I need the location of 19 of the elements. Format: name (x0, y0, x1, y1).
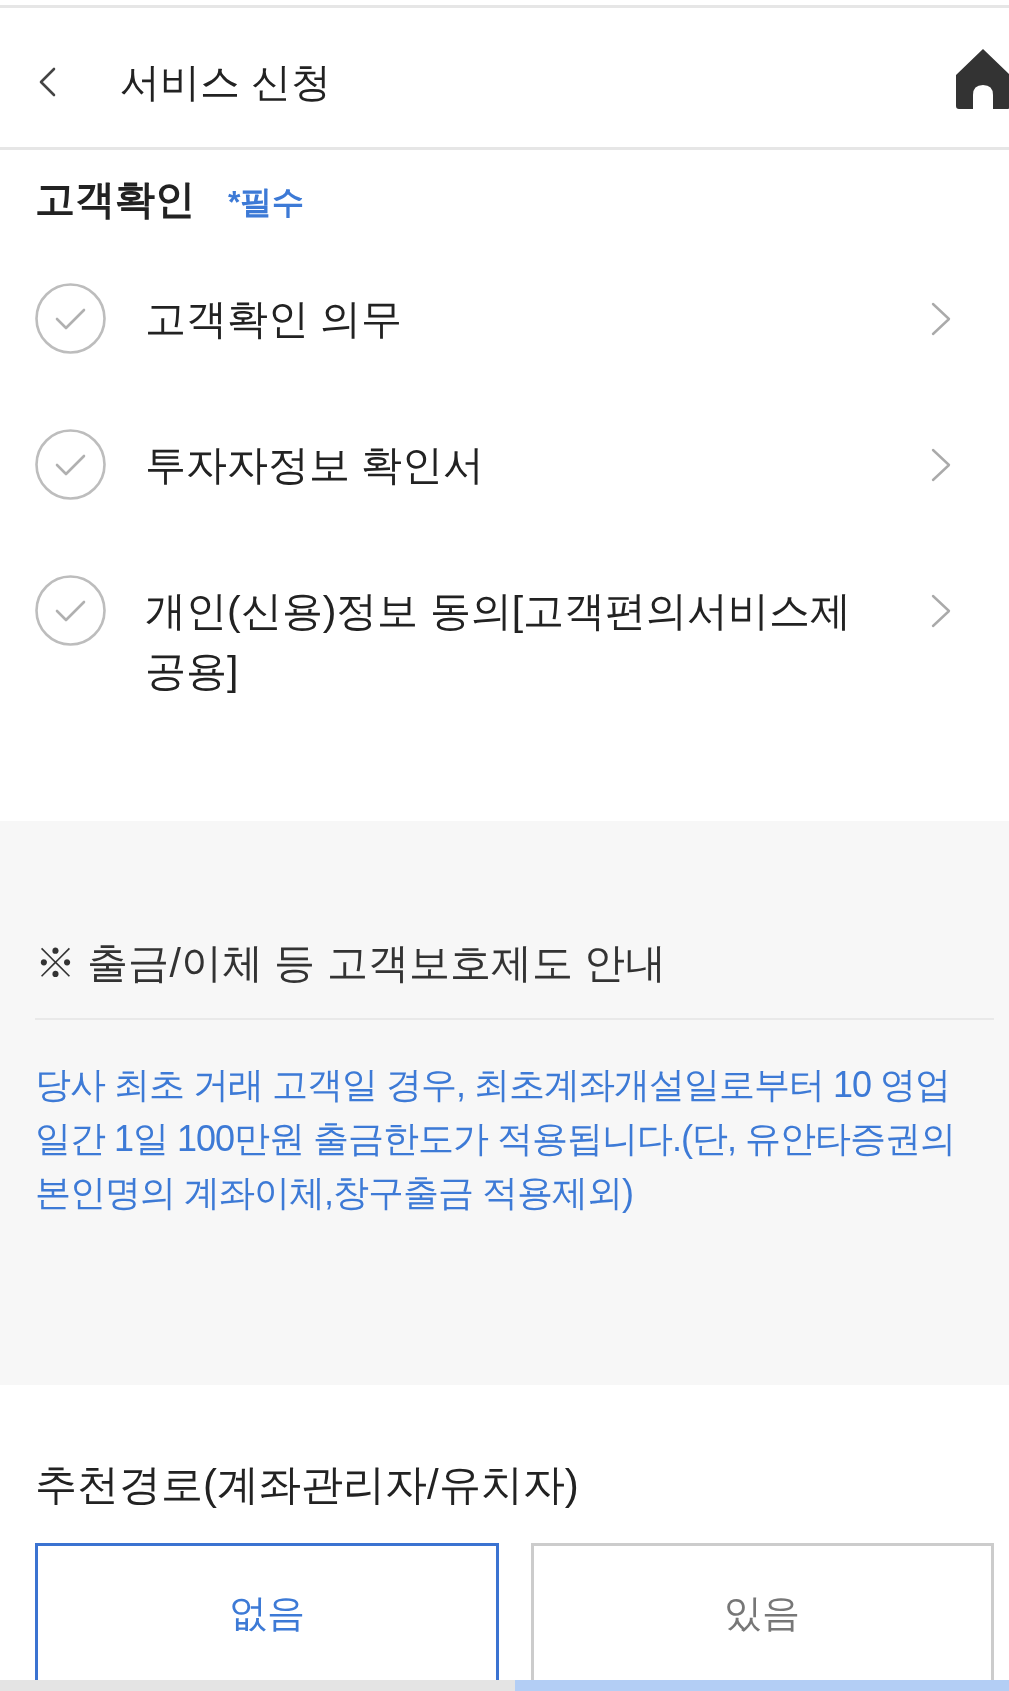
option-button[interactable]: 있음 (530, 1543, 994, 1680)
back-icon[interactable] (37, 67, 57, 97)
page-title: 서비스 신청 (120, 59, 332, 106)
section-title: 고객확인 (35, 176, 195, 223)
notice-text: 당사 최초 거래 고객일 경우, 최초계좌개설일로부터 10 영업일간 1일 100만원 출금한도가 적용됩니다.(단, 유안타증권의 본인명의 계좌이체,창구출금 적용제외) (35, 1063, 957, 1215)
check-circle-icon[interactable] (35, 429, 106, 500)
chevron-right-icon[interactable] (930, 301, 952, 336)
agreement-label[interactable]: 고객확인 의무 (145, 288, 880, 349)
chevron-right-icon[interactable] (930, 447, 952, 482)
home-icon[interactable] (956, 48, 1009, 109)
chevron-right-icon[interactable] (930, 593, 952, 628)
check-circle-icon[interactable] (35, 283, 106, 354)
referral-title: 추천경로(계좌관리자/유치자) (34, 1460, 580, 1510)
option-button[interactable]: 없음 (35, 1543, 499, 1680)
required-label: *필수 (228, 183, 305, 222)
agreement-label[interactable]: 투자자정보 확인서 (145, 434, 880, 495)
notice-title: ※ 출금/이체 등 고객보호제도 안내 (35, 939, 667, 988)
check-circle-icon[interactable] (35, 575, 106, 646)
agreement-label[interactable]: 개인(신용)정보 동의[고객편의서비스제공용] (145, 580, 880, 701)
